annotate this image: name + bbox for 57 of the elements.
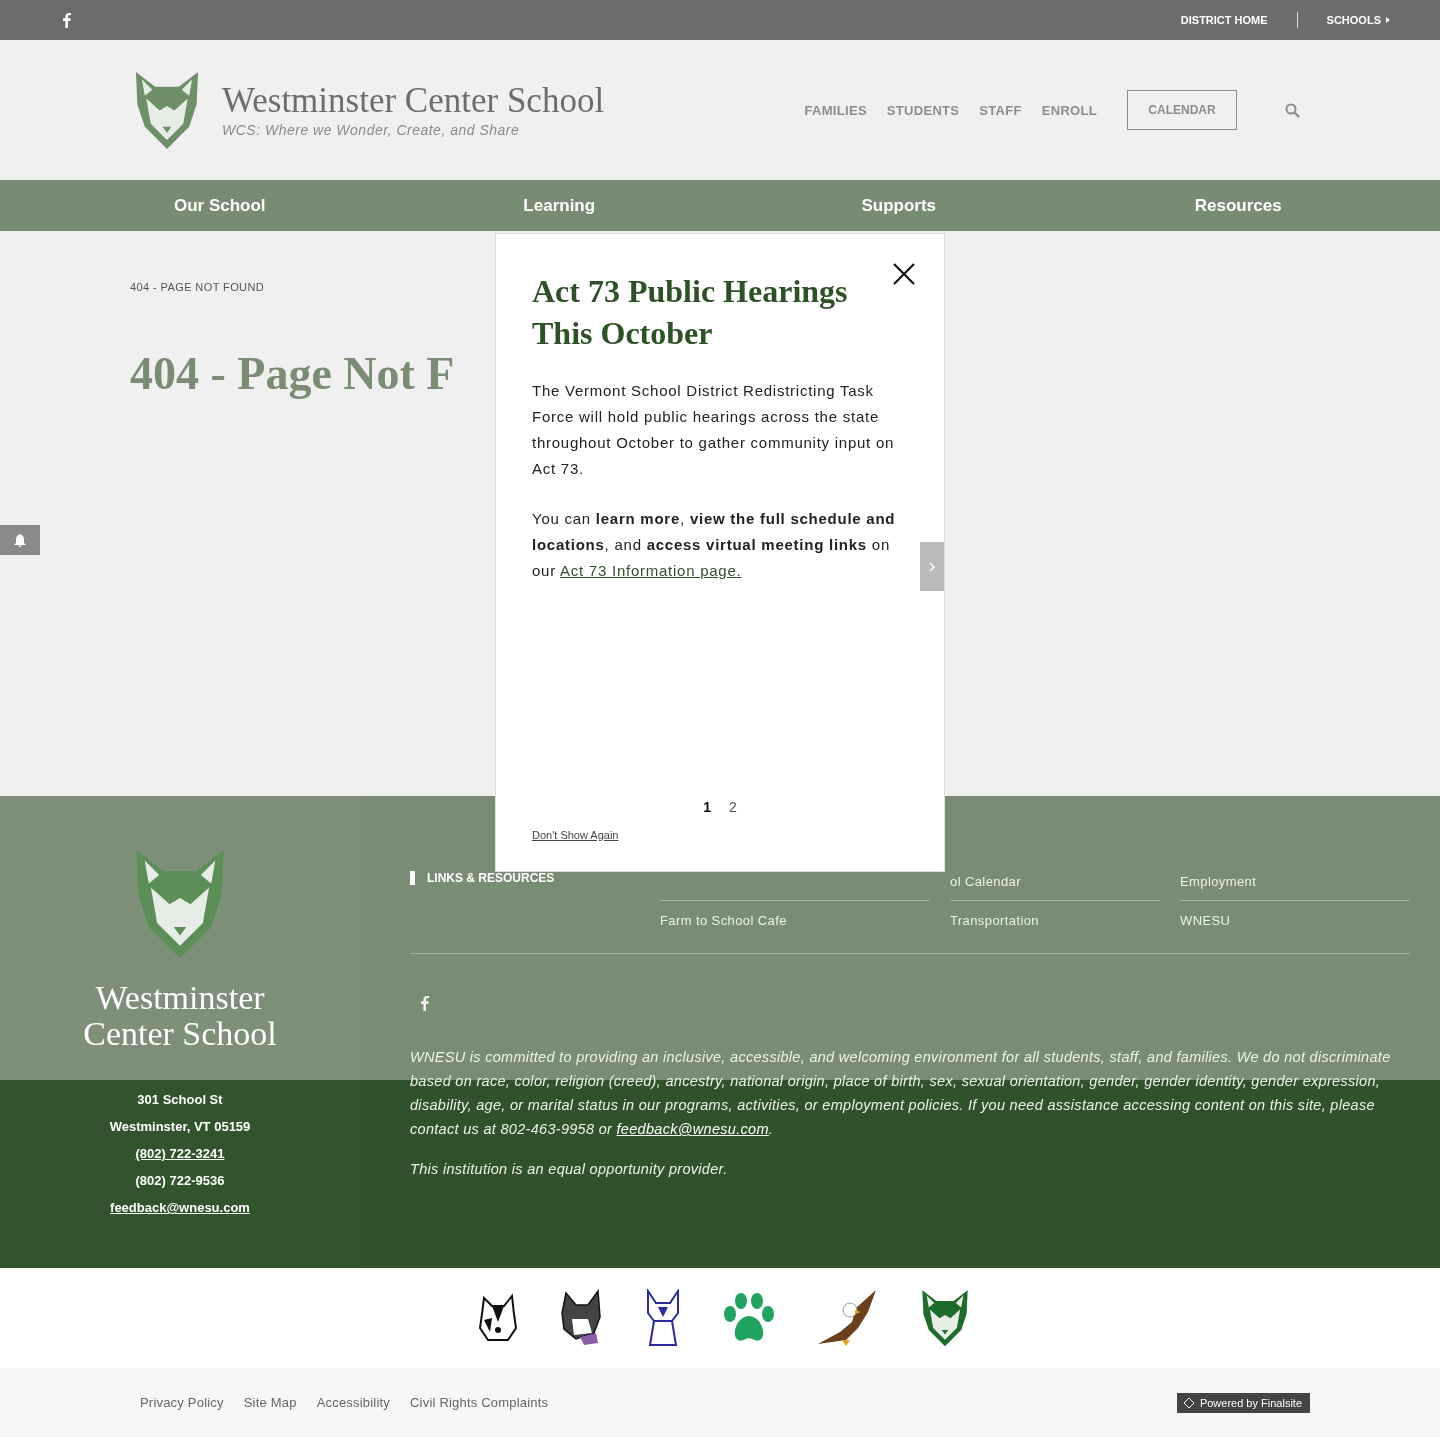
equal-opportunity-text: This institution is an equal opportunity provider. — [410, 1161, 729, 1177]
header-nav-link[interactable]: FAMILIES — [804, 102, 867, 118]
footer-link[interactable]: Employment — [1180, 862, 1410, 901]
footer-bottom-link[interactable]: Accessibility — [316, 1395, 391, 1410]
contact-link[interactable]: (802) 722-3241 — [135, 1144, 225, 1164]
caret-icon — [1386, 17, 1390, 23]
header-nav-link[interactable]: STUDENTS — [886, 102, 960, 118]
address-line: (802) 722-9536 — [135, 1172, 225, 1191]
footer-bottom-link[interactable]: Civil Rights Complaints — [410, 1395, 549, 1410]
page-title: 404 - Page Not F — [130, 347, 455, 400]
breadcrumb: 404 - PAGE NOT FOUND — [130, 281, 265, 293]
main-nav-item[interactable]: Our School — [50, 180, 390, 231]
header-nav-link[interactable]: ENROLL — [1041, 102, 1097, 118]
address-line: 301 School St — [137, 1091, 223, 1110]
main-nav-item[interactable]: Supports — [729, 180, 1069, 231]
facebook-icon[interactable] — [62, 12, 71, 28]
eagle-icon[interactable] — [816, 1288, 878, 1348]
dialog-paragraph: The Vermont School District Redistricting Task Force will hold public hearings across the state throughout October to gather community input on Act 73. — [532, 381, 896, 479]
search-icon[interactable] — [1285, 102, 1300, 118]
school-title[interactable]: Westminster Center School — [222, 82, 605, 120]
dialog-paragraph: You can learn more, view the full schedule and locations, and access virtual meeting links on our Act 73 Information page. — [532, 509, 897, 581]
footer-link[interactable]: ol Calendar — [950, 862, 1160, 901]
paw-icon[interactable] — [722, 1292, 776, 1344]
close-button[interactable] — [892, 262, 916, 286]
header-nav-link[interactable]: STAFF — [979, 102, 1022, 118]
footer-link[interactable]: Transportation — [950, 901, 1160, 940]
footer-bottom-link[interactable]: Site Map — [243, 1395, 297, 1410]
dog-icon[interactable] — [558, 1289, 604, 1347]
page-number[interactable]: 1 — [703, 799, 711, 815]
page-number[interactable]: 2 — [729, 799, 737, 815]
chevron-right-icon — [929, 561, 935, 572]
alerts-tab[interactable] — [0, 525, 40, 555]
footer-school-name: Westminster Center School — [82, 980, 278, 1053]
email-link[interactable]: feedback@wnesu.com — [616, 1121, 769, 1137]
contact-link[interactable]: feedback@wnesu.com — [110, 1198, 250, 1218]
schools-menu[interactable]: SCHOOLS — [1296, 12, 1390, 28]
footer-bottom-link[interactable]: Privacy Policy — [140, 1395, 224, 1410]
layers-icon — [1182, 1396, 1195, 1409]
dont-show-again-link[interactable]: Don't Show Again — [532, 829, 619, 841]
school-tagline: WCS: Where we Wonder, Create, and Share — [222, 122, 521, 138]
nondiscrimination-statement: WNESU is committed to providing an inclusive, accessible, and welcoming environment for all students, staff, and families. We do not discriminate based on race, color, religion (creed), ancestry, national origin, place of birth, sex, sexual orientation, gender, gender identity, gender expression, disability, age, or marital status in our programs, activities, or employment policies. If you need assistance accessing content on this site, please contact us at 802-463-9958 or feedback@wnesu.com. — [410, 1048, 1392, 1139]
address-line: Westminster, VT 05159 — [109, 1118, 251, 1137]
top-link[interactable]: DISTRICT HOME — [1151, 12, 1297, 28]
facebook-icon[interactable] — [420, 996, 429, 1011]
dialog-title: Act 73 Public Hearings This October — [532, 272, 849, 353]
close-icon — [892, 262, 916, 286]
footer-link[interactable]: Farm to School Cafe — [660, 901, 930, 940]
dog-icon[interactable] — [644, 1289, 682, 1347]
calendar-button[interactable]: CALENDAR — [1127, 90, 1237, 130]
powered-by-text: Powered by Finalsite — [1199, 1396, 1302, 1409]
powered-by-badge[interactable]: Powered by Finalsite — [1176, 1392, 1310, 1413]
info-link[interactable]: Act 73 Information page. — [560, 562, 742, 579]
bell-icon — [14, 533, 26, 547]
footer-link[interactable]: WNESU — [1180, 901, 1410, 940]
main-nav-item[interactable]: Learning — [389, 180, 729, 231]
dog-icon[interactable] — [478, 1292, 518, 1344]
main-nav-item[interactable]: Resources — [1068, 180, 1408, 231]
